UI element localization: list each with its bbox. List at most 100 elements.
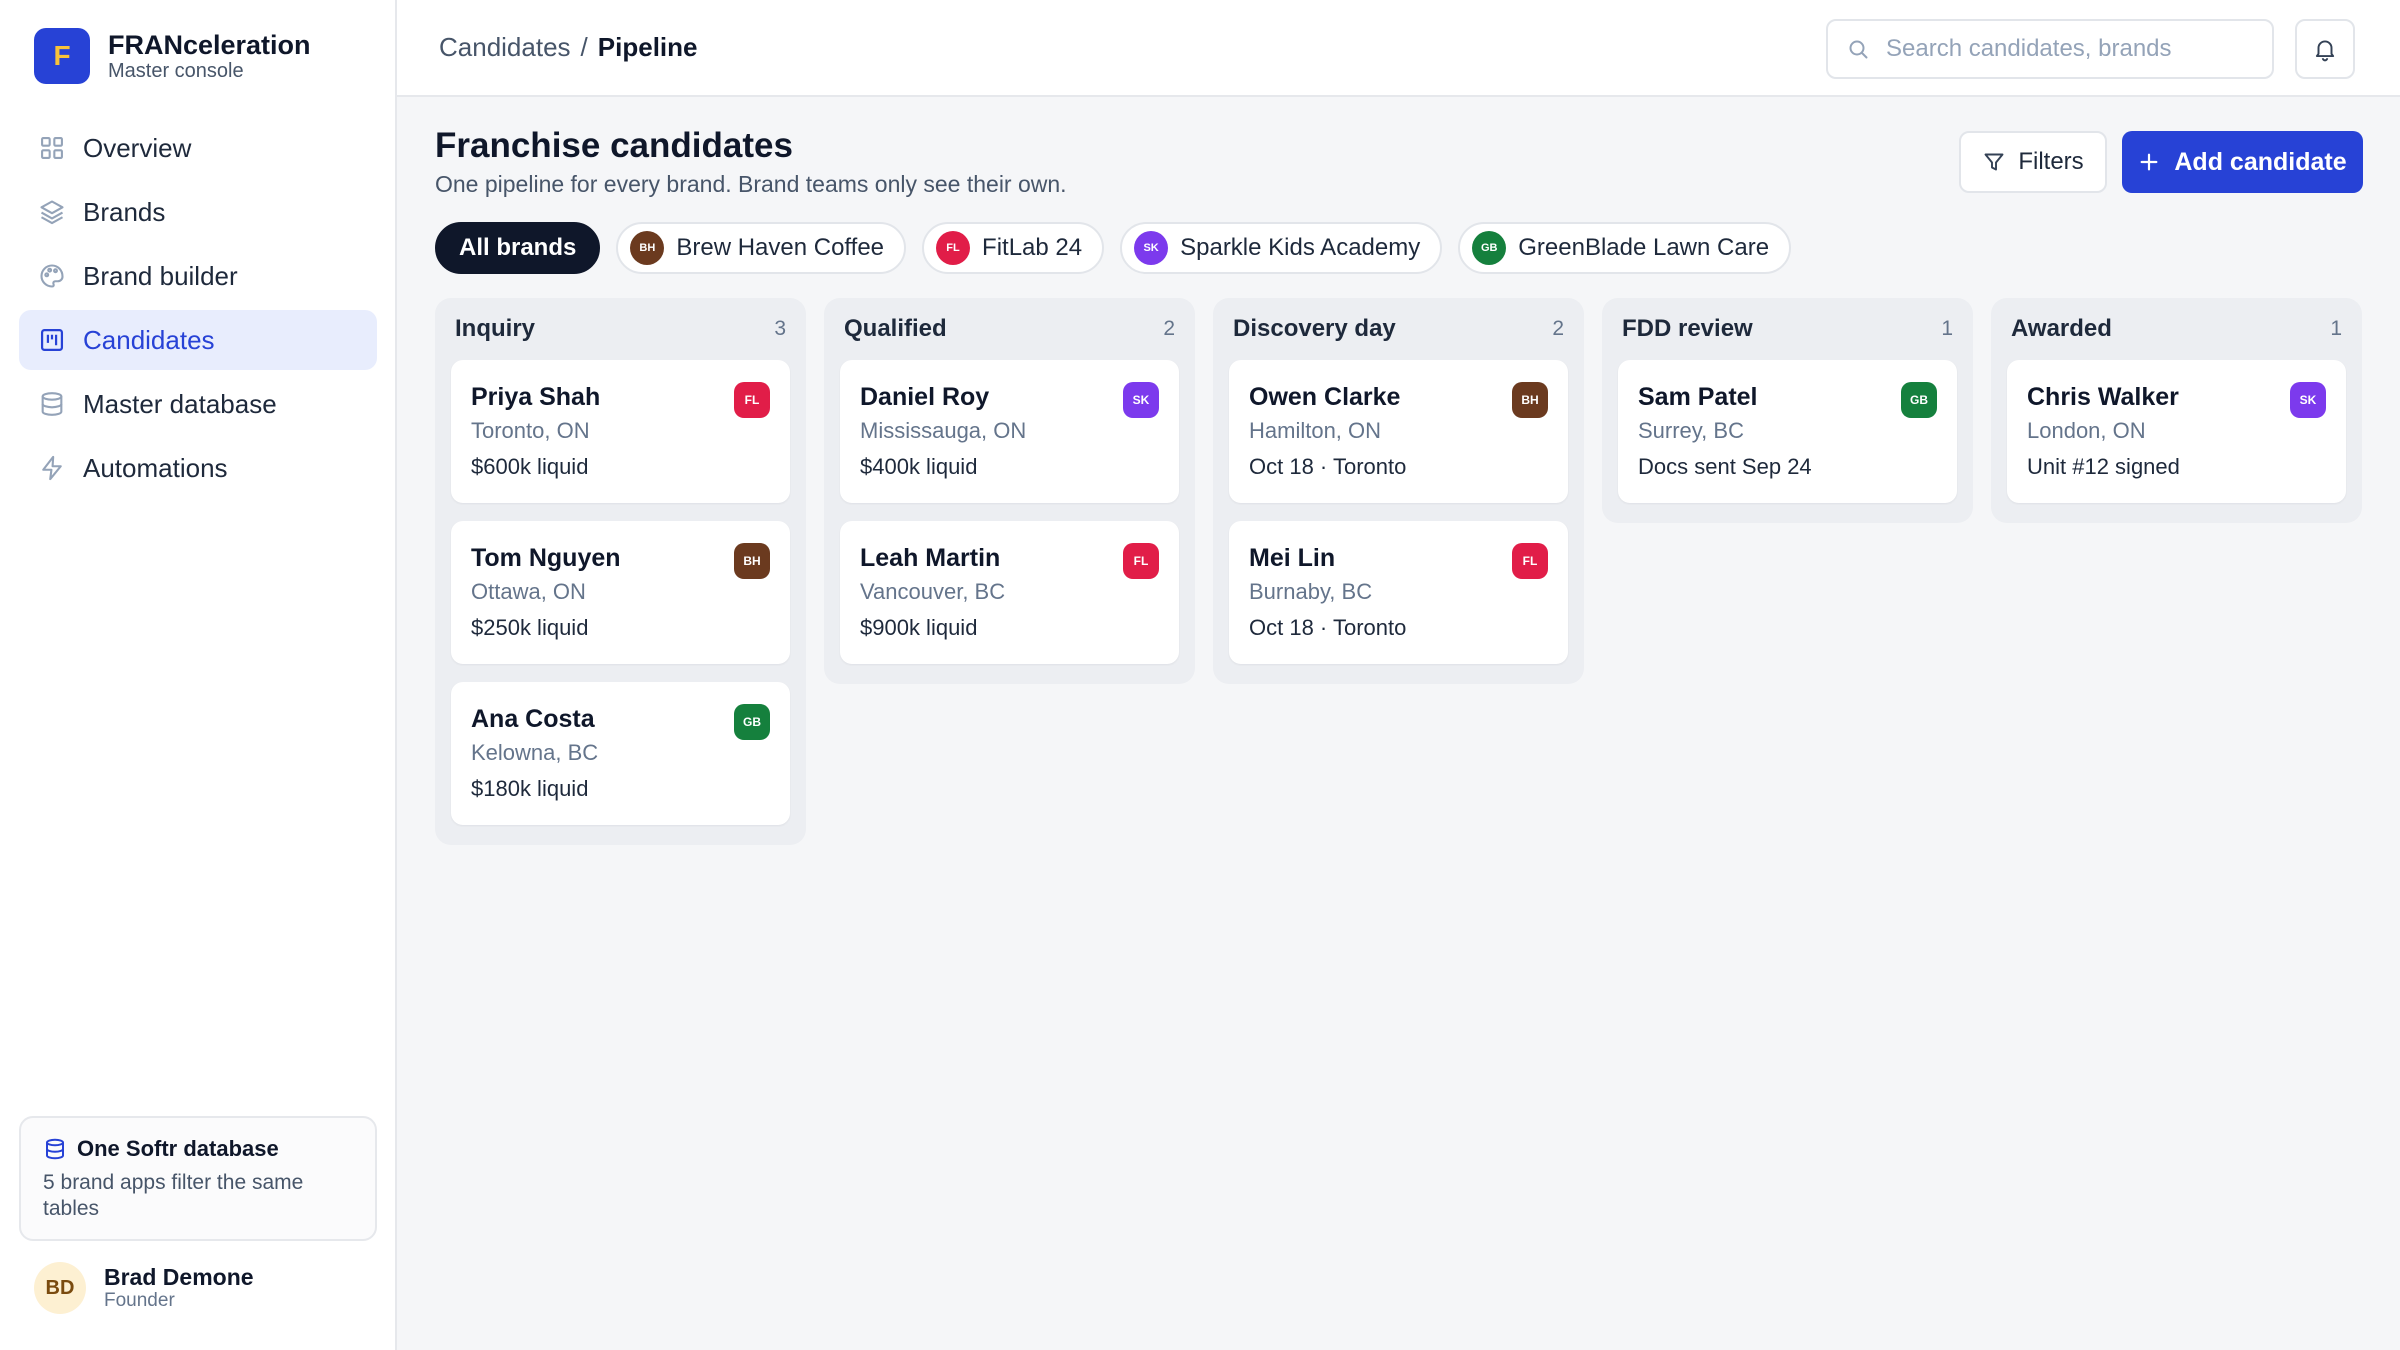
candidate-name: Daniel Roy <box>860 383 990 411</box>
candidate-location: Toronto, ON <box>471 418 590 443</box>
candidate-location: Mississauga, ON <box>860 418 1027 443</box>
filters-button[interactable]: Filters <box>1959 131 2107 193</box>
pipeline-board: Inquiry 3 Priya Shah Toronto, ON $600k l… <box>435 298 2362 845</box>
chip-label: GreenBlade Lawn Care <box>1518 234 1770 261</box>
candidate-name: Tom Nguyen <box>471 544 621 572</box>
candidate-name: Priya Shah <box>471 383 601 411</box>
candidate-name: Chris Walker <box>2027 383 2179 411</box>
column-count: 1 <box>1941 317 1953 340</box>
database-card-description: 5 brand apps filter the same tables <box>43 1171 304 1220</box>
candidate-name: Mei Lin <box>1249 544 1336 572</box>
database-icon <box>46 1138 64 1160</box>
candidate-card[interactable]: Tom Nguyen Ottawa, ON $250k liquid BH <box>451 521 790 664</box>
user-name: Brad Demone <box>104 1264 254 1290</box>
candidate-card[interactable]: Mei Lin Burnaby, BC Oct 18 · Toronto FL <box>1229 521 1568 664</box>
candidate-detail: $600k liquid <box>471 454 589 479</box>
candidate-card[interactable]: Sam Patel Surrey, BC Docs sent Sep 24 GB <box>1618 360 1957 503</box>
candidate-location: Surrey, BC <box>1638 418 1744 443</box>
add-candidate-label: Add candidate <box>2174 147 2347 176</box>
app-logo: F <box>34 28 90 84</box>
sidebar-item-master-database[interactable]: Master database <box>19 374 377 434</box>
search-box[interactable] <box>1826 19 2274 79</box>
user-role: Founder <box>104 1290 175 1311</box>
brand-badge: GB <box>1901 382 1937 418</box>
breadcrumb-current: Pipeline <box>597 32 698 62</box>
add-candidate-button[interactable]: Add candidate <box>2122 131 2363 193</box>
candidate-detail: Docs sent Sep 24 <box>1638 454 1812 479</box>
column-count: 2 <box>1163 317 1175 340</box>
candidate-location: Burnaby, BC <box>1249 579 1373 604</box>
column-count: 1 <box>2330 317 2342 340</box>
candidate-card[interactable]: Chris Walker London, ON Unit #12 signed … <box>2007 360 2346 503</box>
brand-badge: BH <box>1512 382 1548 418</box>
candidate-detail: $400k liquid <box>860 454 978 479</box>
candidate-detail: $180k liquid <box>471 776 589 801</box>
brand-badge: SK <box>1123 382 1159 418</box>
column-title: FDD review <box>1622 315 1753 342</box>
candidate-location: Ottawa, ON <box>471 579 586 604</box>
brand-badge: GB <box>1472 231 1507 265</box>
column-count: 2 <box>1552 317 1564 340</box>
brand-badge: BH <box>630 231 665 265</box>
chip-fitlab[interactable]: FL FitLab 24 <box>922 222 1105 274</box>
sidebar-item-automations[interactable]: Automations <box>19 438 377 498</box>
candidate-card[interactable]: Daniel Roy Mississauga, ON $400k liquid … <box>840 360 1179 503</box>
sidebar-item-label: Automations <box>83 452 228 483</box>
brand-badge: FL <box>936 231 971 265</box>
sidebar-item-label: Master database <box>83 388 277 419</box>
brand-badge: FL <box>1512 543 1548 579</box>
sidebar-nav: Overview Brands Brand builder Candidates… <box>19 118 377 502</box>
candidate-location: Kelowna, BC <box>471 740 599 765</box>
sidebar-item-brand-builder[interactable]: Brand builder <box>19 246 377 306</box>
brand-badge: SK <box>1134 231 1169 265</box>
chip-greenblade[interactable]: GB GreenBlade Lawn Care <box>1458 222 1792 274</box>
brand-badge: BH <box>734 543 770 579</box>
search-input[interactable] <box>1886 35 2246 63</box>
sidebar-item-overview[interactable]: Overview <box>19 118 377 178</box>
candidate-card[interactable]: Ana Costa Kelowna, BC $180k liquid GB <box>451 682 790 825</box>
topbar: Candidates / Pipeline <box>397 0 2400 97</box>
kanban-icon <box>37 325 67 355</box>
chip-sparkle-kids[interactable]: SK Sparkle Kids Academy <box>1120 222 1443 274</box>
sidebar: F FRANceleration Master console Overview… <box>0 0 397 1350</box>
column-fdd-review: FDD review 1 Sam Patel Surrey, BC Docs s… <box>1602 298 1973 523</box>
plus-icon <box>2140 153 2158 171</box>
candidate-location: Hamilton, ON <box>1249 418 1382 443</box>
sidebar-item-brands[interactable]: Brands <box>19 182 377 242</box>
brand-badge: GB <box>734 704 770 740</box>
chip-all-brands[interactable]: All brands <box>435 222 601 274</box>
candidate-card[interactable]: Owen Clarke Hamilton, ON Oct 18 · Toront… <box>1229 360 1568 503</box>
chip-label: All brands <box>459 234 577 261</box>
database-info-card: One Softr database 5 brand apps filter t… <box>19 1116 377 1241</box>
notifications-button[interactable] <box>2295 19 2355 79</box>
database-icon <box>37 389 67 419</box>
sidebar-item-candidates[interactable]: Candidates <box>19 310 377 370</box>
candidate-name: Sam Patel <box>1638 383 1758 411</box>
grid-icon <box>37 133 67 163</box>
sidebar-item-label: Brand builder <box>83 260 238 291</box>
candidate-card[interactable]: Priya Shah Toronto, ON $600k liquid FL <box>451 360 790 503</box>
user-profile[interactable]: BD Brad Demone Founder <box>34 1262 254 1314</box>
palette-icon <box>37 261 67 291</box>
search-icon <box>1849 40 1868 59</box>
breadcrumb-parent[interactable]: Candidates <box>439 32 571 62</box>
app-brand[interactable]: F FRANceleration Master console <box>34 28 311 84</box>
sidebar-item-label: Brands <box>83 196 166 227</box>
filters-label: Filters <box>2018 148 2084 175</box>
app-subtitle: Master console <box>108 60 244 82</box>
chip-label: FitLab 24 <box>982 234 1083 261</box>
database-card-title: One Softr database <box>77 1136 279 1161</box>
breadcrumb: Candidates / Pipeline <box>439 32 697 63</box>
candidate-location: Vancouver, BC <box>860 579 1006 604</box>
chip-label: Sparkle Kids Academy <box>1180 234 1421 261</box>
column-inquiry: Inquiry 3 Priya Shah Toronto, ON $600k l… <box>435 298 806 845</box>
candidate-detail: Oct 18 · Toronto <box>1249 454 1407 479</box>
candidate-detail: Oct 18 · Toronto <box>1249 615 1407 640</box>
chip-brew-haven[interactable]: BH Brew Haven Coffee <box>616 222 907 274</box>
column-title: Inquiry <box>455 315 536 342</box>
brand-filter-chips: All brands BH Brew Haven Coffee FL FitLa… <box>435 222 1807 274</box>
candidate-card[interactable]: Leah Martin Vancouver, BC $900k liquid F… <box>840 521 1179 664</box>
column-qualified: Qualified 2 Daniel Roy Mississauga, ON $… <box>824 298 1195 684</box>
bell-icon <box>2315 40 2335 62</box>
candidate-name: Ana Costa <box>471 705 595 733</box>
